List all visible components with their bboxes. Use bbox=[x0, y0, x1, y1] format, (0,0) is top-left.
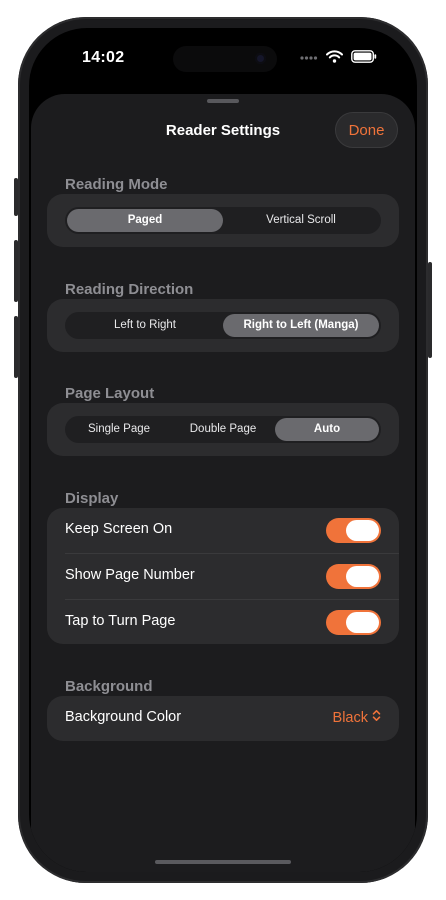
show-page-number-label: Show Page Number bbox=[65, 567, 195, 583]
page-layout-segmented-control: Single Page Double Page Auto bbox=[65, 416, 381, 443]
tap-to-turn-page-label: Tap to Turn Page bbox=[65, 613, 176, 629]
toggle-knob bbox=[346, 520, 379, 541]
chevron-up-down-icon bbox=[372, 709, 381, 726]
wifi-icon bbox=[326, 50, 343, 68]
reading-mode-segmented-control: Paged Vertical Scroll bbox=[65, 207, 381, 234]
segment-single-page[interactable]: Single Page bbox=[67, 418, 171, 441]
background-card[interactable]: Background Color Black bbox=[47, 696, 399, 741]
page-layout-card: Single Page Double Page Auto bbox=[47, 403, 399, 456]
action-button bbox=[14, 178, 18, 216]
reading-direction-segmented-control: Left to Right Right to Left (Manga) bbox=[65, 312, 381, 339]
front-camera bbox=[255, 53, 266, 64]
status-time: 14:02 bbox=[82, 49, 125, 66]
toggle-knob bbox=[346, 612, 379, 633]
status-bar: 14:02 bbox=[29, 28, 417, 88]
reading-direction-card: Left to Right Right to Left (Manga) bbox=[47, 299, 399, 352]
section-label-page-layout: Page Layout bbox=[65, 385, 155, 402]
section-label-reading-direction: Reading Direction bbox=[65, 281, 194, 298]
battery-icon bbox=[351, 50, 377, 68]
keep-screen-on-toggle[interactable] bbox=[326, 518, 381, 543]
segment-left-to-right[interactable]: Left to Right bbox=[67, 314, 223, 337]
tap-to-turn-page-toggle[interactable] bbox=[326, 610, 381, 635]
reader-settings-sheet: Reader Settings Done Reading Mode Paged … bbox=[31, 94, 415, 872]
volume-up-button bbox=[14, 240, 18, 302]
background-color-label: Background Color bbox=[65, 709, 182, 725]
volume-down-button bbox=[14, 316, 18, 378]
segment-double-page[interactable]: Double Page bbox=[171, 418, 275, 441]
background-color-value: Black bbox=[332, 709, 368, 726]
home-indicator[interactable] bbox=[155, 860, 291, 864]
status-icons bbox=[300, 50, 377, 68]
segment-auto[interactable]: Auto bbox=[275, 418, 379, 441]
display-card: Keep Screen On Show Page Number Tap to T… bbox=[47, 508, 399, 644]
background-color-picker[interactable]: Black bbox=[333, 709, 381, 726]
keep-screen-on-label: Keep Screen On bbox=[65, 521, 173, 537]
reading-mode-card: Paged Vertical Scroll bbox=[47, 194, 399, 247]
segment-paged[interactable]: Paged bbox=[67, 209, 223, 232]
section-label-display: Display bbox=[65, 490, 119, 507]
screen: 14:02 Reader Settings Done Reading Mode … bbox=[29, 28, 417, 872]
section-label-background: Background bbox=[65, 678, 153, 695]
sheet-grabber[interactable] bbox=[207, 99, 239, 103]
power-button bbox=[428, 262, 432, 358]
section-label-reading-mode: Reading Mode bbox=[65, 176, 168, 193]
show-page-number-toggle[interactable] bbox=[326, 564, 381, 589]
segment-vertical-scroll[interactable]: Vertical Scroll bbox=[223, 209, 379, 232]
done-button[interactable]: Done bbox=[335, 112, 398, 148]
segment-right-to-left[interactable]: Right to Left (Manga) bbox=[223, 314, 379, 337]
signal-icon bbox=[300, 50, 318, 68]
toggle-knob bbox=[346, 566, 379, 587]
